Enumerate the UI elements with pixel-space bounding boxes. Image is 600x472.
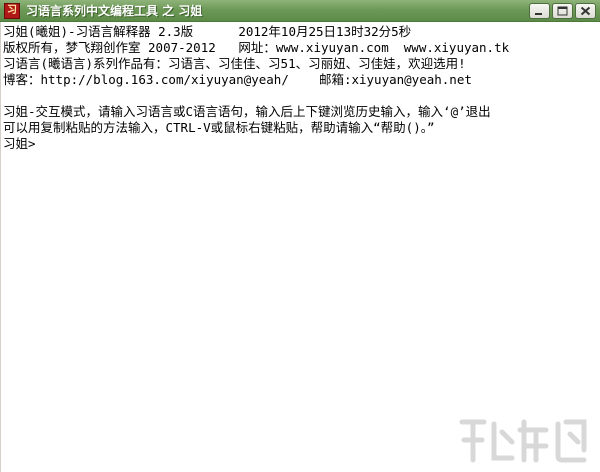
console-output[interactable]: 习姐(曦姐)-习语言解释器 2.3版 2012年10月25日13时32分5秒 版… [0, 22, 600, 472]
console-line: 习姐(曦姐)-习语言解释器 2.3版 2012年10月25日13时32分5秒 [3, 24, 412, 39]
console-line: 博客：http://blog.163.com/xiyuyan@yeah/ 邮箱:… [3, 72, 472, 87]
close-icon [580, 6, 591, 16]
close-button[interactable] [575, 3, 596, 19]
title-bar[interactable]: 习 习语言系列中文编程工具 之 习姐 [0, 0, 600, 22]
minimize-button[interactable] [529, 3, 550, 19]
minimize-icon [535, 13, 542, 15]
console-line: 版权所有，梦飞翔创作室 2007-2012 网址：www.xiyuyan.com… [3, 40, 510, 55]
console-line: 习姐-交互模式，请输入习语言或C语言语句，输入后上下键浏览历史输入，输入‘@’退… [3, 104, 491, 119]
window-controls [529, 3, 596, 19]
maximize-icon [557, 6, 568, 16]
app-icon[interactable]: 习 [4, 2, 20, 19]
console-line: 习语言(曦语言)系列作品有：习语言、习佳佳、习51、习丽妞、习佳娃，欢迎选用! [3, 56, 466, 71]
maximize-button[interactable] [552, 3, 573, 19]
console-line: 可以用复制粘贴的方法输入，CTRL-V或鼠标右键粘贴，帮助请输入“帮助()。” [3, 120, 435, 135]
window-title: 习语言系列中文编程工具 之 习姐 [26, 4, 203, 18]
console-prompt[interactable]: 习姐> [3, 136, 600, 152]
app-window: 习 习语言系列中文编程工具 之 习姐 习姐(曦姐)-习语言解释器 2.3版 20… [0, 0, 600, 472]
site-watermark-logo [459, 419, 587, 463]
